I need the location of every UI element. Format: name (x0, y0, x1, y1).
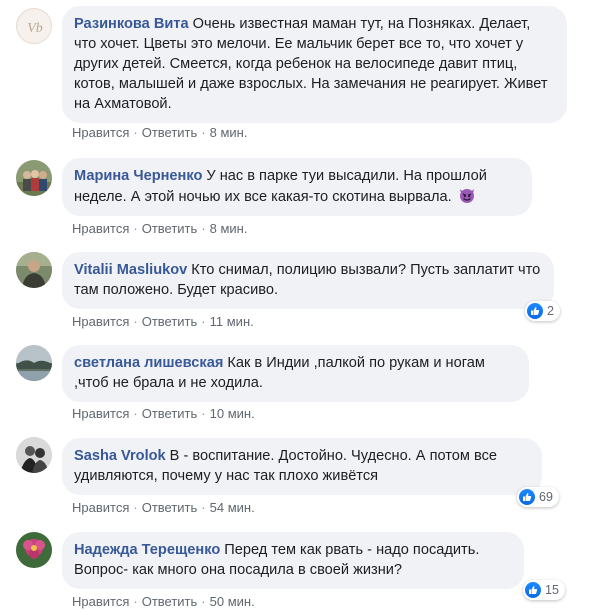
separator-dot: · (133, 221, 138, 236)
separator-dot: · (201, 221, 206, 236)
comment-actions: Нравится · Ответить · 10 мин. (72, 406, 255, 421)
comment-author[interactable]: Марина Черненко (74, 168, 202, 184)
comment-actions: Нравится · Ответить · 11 мин. (72, 314, 254, 329)
reaction-summary[interactable]: 2 (525, 301, 560, 321)
group-photo-avatar-icon[interactable] (16, 160, 52, 196)
comment-bubble: Разинкова Вита Очень известная маман тут,… (62, 6, 567, 123)
comment-bubble: светлана лишевская Как в Индии ,палкой по… (62, 345, 529, 402)
comment-bubble: Vitalii Masliukov Кто снимал, полицию выз… (62, 252, 554, 309)
reaction-count: 2 (547, 304, 554, 318)
reply-link[interactable]: Ответить (142, 125, 198, 140)
reaction-summary[interactable]: 15 (523, 580, 565, 600)
comment-bubble: Марина Черненко У нас в парке туи высадил… (62, 158, 532, 216)
flower-avatar-icon[interactable] (16, 532, 52, 568)
reaction-summary[interactable]: 69 (517, 487, 559, 507)
reply-link[interactable]: Ответить (142, 314, 198, 329)
comment-timestamp[interactable]: 54 мин. (210, 500, 255, 515)
like-reaction-icon (525, 582, 541, 598)
like-link[interactable]: Нравится (72, 406, 129, 421)
comment-timestamp[interactable]: 11 мин. (210, 314, 254, 329)
comment-author[interactable]: светлана лишевская (74, 355, 223, 371)
like-link[interactable]: Нравится (72, 314, 129, 329)
reaction-count: 15 (545, 583, 559, 597)
svg-text:Vb: Vb (27, 21, 43, 36)
landscape-avatar-icon[interactable] (16, 345, 52, 381)
devil-emoji-icon (458, 186, 476, 204)
comment-timestamp[interactable]: 50 мин. (210, 594, 255, 609)
comment-actions: Нравится · Ответить · 8 мин. (72, 125, 247, 140)
comment-bubble: Sasha Vrolok В - воспитание. Достойно. Чу… (62, 438, 542, 495)
comment-actions: Нравится · Ответить · 50 мин. (72, 594, 255, 609)
comment-bubble: Надежда Терещенко Перед тем как рвать - н… (62, 532, 524, 589)
comment-author[interactable]: Vitalii Masliukov (74, 262, 187, 278)
like-link[interactable]: Нравится (72, 125, 129, 140)
separator-dot: · (133, 125, 138, 140)
separator-dot: · (133, 314, 138, 329)
separator-dot: · (201, 406, 206, 421)
reply-link[interactable]: Ответить (142, 406, 198, 421)
separator-dot: · (133, 594, 138, 609)
reply-link[interactable]: Ответить (142, 500, 198, 515)
separator-dot: · (133, 500, 138, 515)
comment-timestamp[interactable]: 8 мин. (210, 125, 248, 140)
comment-actions: Нравится · Ответить · 54 мин. (72, 500, 255, 515)
comment-author[interactable]: Разинкова Вита (74, 16, 189, 32)
bw-photo-avatar-icon[interactable] (16, 437, 52, 473)
reaction-count: 69 (539, 490, 553, 504)
comment-author[interactable]: Sasha Vrolok (74, 448, 166, 464)
like-reaction-icon (527, 303, 543, 319)
like-link[interactable]: Нравится (72, 594, 129, 609)
logo-avatar-icon[interactable]: Vb (16, 8, 52, 44)
separator-dot: · (201, 594, 206, 609)
person-photo-avatar-icon[interactable] (16, 252, 52, 288)
separator-dot: · (201, 314, 206, 329)
separator-dot: · (133, 406, 138, 421)
reply-link[interactable]: Ответить (142, 594, 198, 609)
like-link[interactable]: Нравится (72, 221, 129, 236)
comment-timestamp[interactable]: 10 мин. (210, 406, 255, 421)
like-link[interactable]: Нравится (72, 500, 129, 515)
like-reaction-icon (519, 489, 535, 505)
comment-timestamp[interactable]: 8 мин. (210, 221, 248, 236)
reply-link[interactable]: Ответить (142, 221, 198, 236)
separator-dot: · (201, 500, 206, 515)
comment-author[interactable]: Надежда Терещенко (74, 542, 220, 558)
comment-actions: Нравится · Ответить · 8 мин. (72, 221, 247, 236)
separator-dot: · (201, 125, 206, 140)
